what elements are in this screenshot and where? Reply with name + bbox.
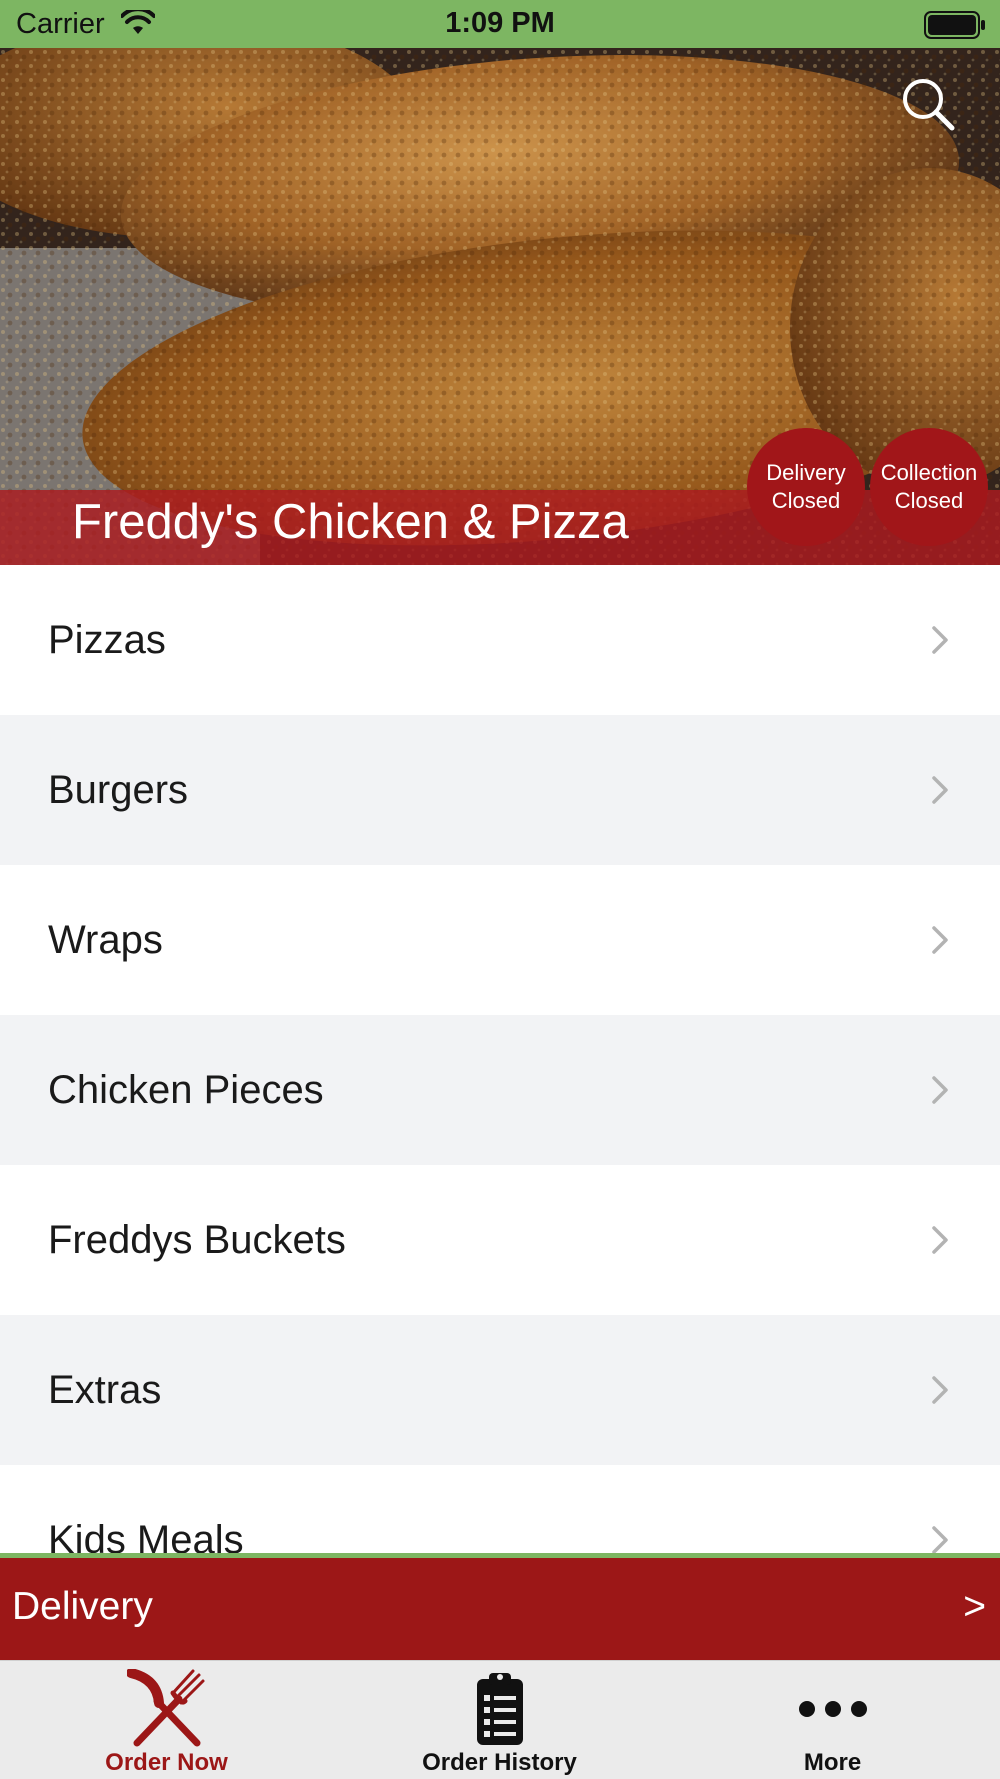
collection-status-line1: Collection bbox=[880, 460, 978, 485]
chevron-right-icon bbox=[932, 1376, 948, 1404]
menu-item-label: Pizzas bbox=[48, 617, 166, 662]
menu-item-burgers[interactable]: Burgers bbox=[0, 715, 1000, 865]
menu-item-label: Burgers bbox=[48, 767, 189, 812]
delivery-mode-arrow: > bbox=[963, 1585, 986, 1628]
clipboard-icon bbox=[476, 1673, 523, 1745]
tab-more-label: More bbox=[803, 1749, 862, 1776]
delivery-status-line1: Delivery bbox=[766, 460, 846, 485]
menu-item-label: Chicken Pieces bbox=[48, 1067, 324, 1112]
search-button[interactable] bbox=[898, 74, 958, 134]
battery-icon bbox=[924, 11, 986, 44]
delivery-mode-bar[interactable]: Delivery > bbox=[0, 1558, 1000, 1660]
chevron-right-icon bbox=[932, 1526, 948, 1554]
tab-more[interactable]: More bbox=[666, 1661, 999, 1779]
status-time: 1:09 PM bbox=[445, 7, 555, 39]
chevron-right-icon bbox=[932, 1226, 948, 1254]
more-dots-icon bbox=[798, 1701, 867, 1717]
restaurant-name: Freddy's Chicken & Pizza bbox=[72, 495, 629, 549]
chevron-right-icon bbox=[932, 1076, 948, 1104]
menu-item-chicken-pieces[interactable]: Chicken Pieces bbox=[0, 1015, 1000, 1165]
delivery-mode-label: Delivery bbox=[12, 1585, 153, 1628]
chevron-right-icon bbox=[932, 776, 948, 804]
tab-order-now[interactable]: Order Now bbox=[0, 1661, 333, 1779]
menu-item-extras[interactable]: Extras bbox=[0, 1315, 1000, 1465]
delivery-status-badge: Delivery Closed bbox=[747, 428, 865, 546]
collection-status-badge: Collection Closed bbox=[870, 428, 988, 546]
hero-banner: Freddy's Chicken & Pizza Delivery Closed… bbox=[0, 48, 1000, 565]
menu-category-list[interactable]: Pizzas Burgers Wraps Chicken Pieces Fred… bbox=[0, 565, 1000, 1555]
status-bar: Carrier 1:09 PM bbox=[0, 0, 1000, 48]
chevron-right-icon bbox=[932, 626, 948, 654]
fork-knife-icon bbox=[126, 1669, 204, 1747]
search-icon bbox=[903, 79, 955, 131]
menu-item-freddys-buckets[interactable]: Freddys Buckets bbox=[0, 1165, 1000, 1315]
menu-item-pizzas[interactable]: Pizzas bbox=[0, 565, 1000, 715]
delivery-status-line2: Closed bbox=[771, 488, 841, 513]
tab-bar: Order Now Order History More bbox=[0, 1660, 1000, 1779]
tab-order-history-label: Order History bbox=[422, 1749, 577, 1776]
menu-item-label: Freddys Buckets bbox=[48, 1217, 346, 1262]
chevron-right-icon bbox=[932, 926, 948, 954]
menu-item-kids-meals[interactable]: Kids Meals bbox=[0, 1465, 1000, 1555]
menu-item-wraps[interactable]: Wraps bbox=[0, 865, 1000, 1015]
tab-order-history[interactable]: Order History bbox=[333, 1661, 666, 1779]
tab-order-now-label: Order Now bbox=[105, 1749, 228, 1776]
menu-item-label: Kids Meals bbox=[48, 1517, 244, 1556]
menu-item-label: Wraps bbox=[48, 917, 163, 962]
collection-status-line2: Closed bbox=[894, 488, 964, 513]
menu-item-label: Extras bbox=[48, 1367, 162, 1412]
